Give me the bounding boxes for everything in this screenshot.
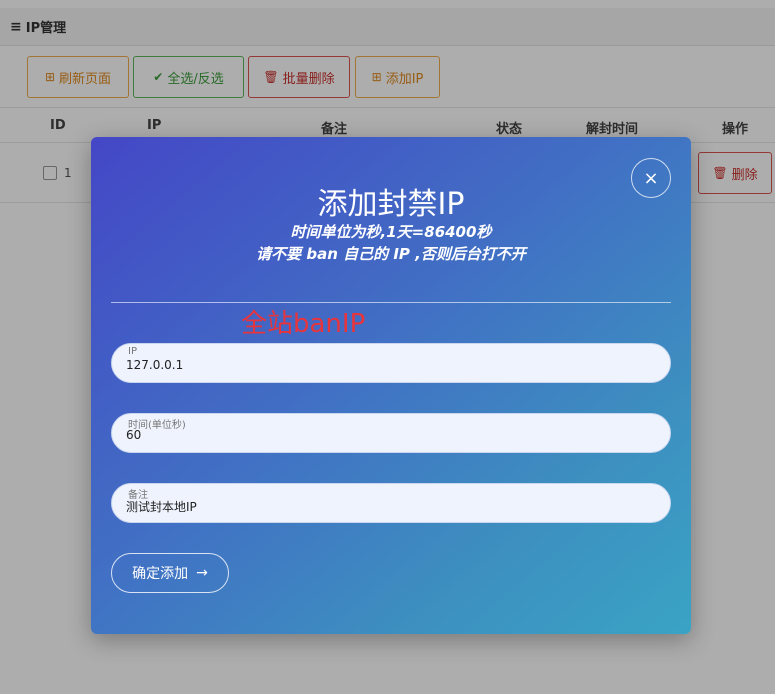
ip-field[interactable]: IP 127.0.0.1 <box>111 343 671 383</box>
modal-title: 添加封禁IP <box>317 187 465 222</box>
note-field-value[interactable]: 测试封本地IP <box>126 498 197 515</box>
add-ban-ip-modal: × 添加封禁IP 时间单位为秒,1天=86400秒 请不要 ban 自己的 IP… <box>91 137 691 634</box>
note-field[interactable]: 备注 测试封本地IP <box>111 483 671 523</box>
ip-field-value[interactable]: 127.0.0.1 <box>126 358 183 372</box>
arrow-right-icon: → <box>196 565 208 581</box>
divider <box>111 302 671 303</box>
confirm-add-button[interactable]: 确定添加 → <box>111 553 229 593</box>
time-field[interactable]: 时间(单位秒) 60 <box>111 413 671 453</box>
time-field-value[interactable]: 60 <box>126 428 141 442</box>
ip-field-label: IP <box>128 346 137 357</box>
site-ban-ip-label: 全站banIP <box>241 309 366 339</box>
modal-subtitle-time-unit: 时间单位为秒,1天=86400秒 <box>290 223 492 241</box>
modal-subtitle-warning: 请不要 ban 自己的 IP ,否则后台打不开 <box>256 245 526 263</box>
confirm-add-label: 确定添加 <box>132 566 189 582</box>
